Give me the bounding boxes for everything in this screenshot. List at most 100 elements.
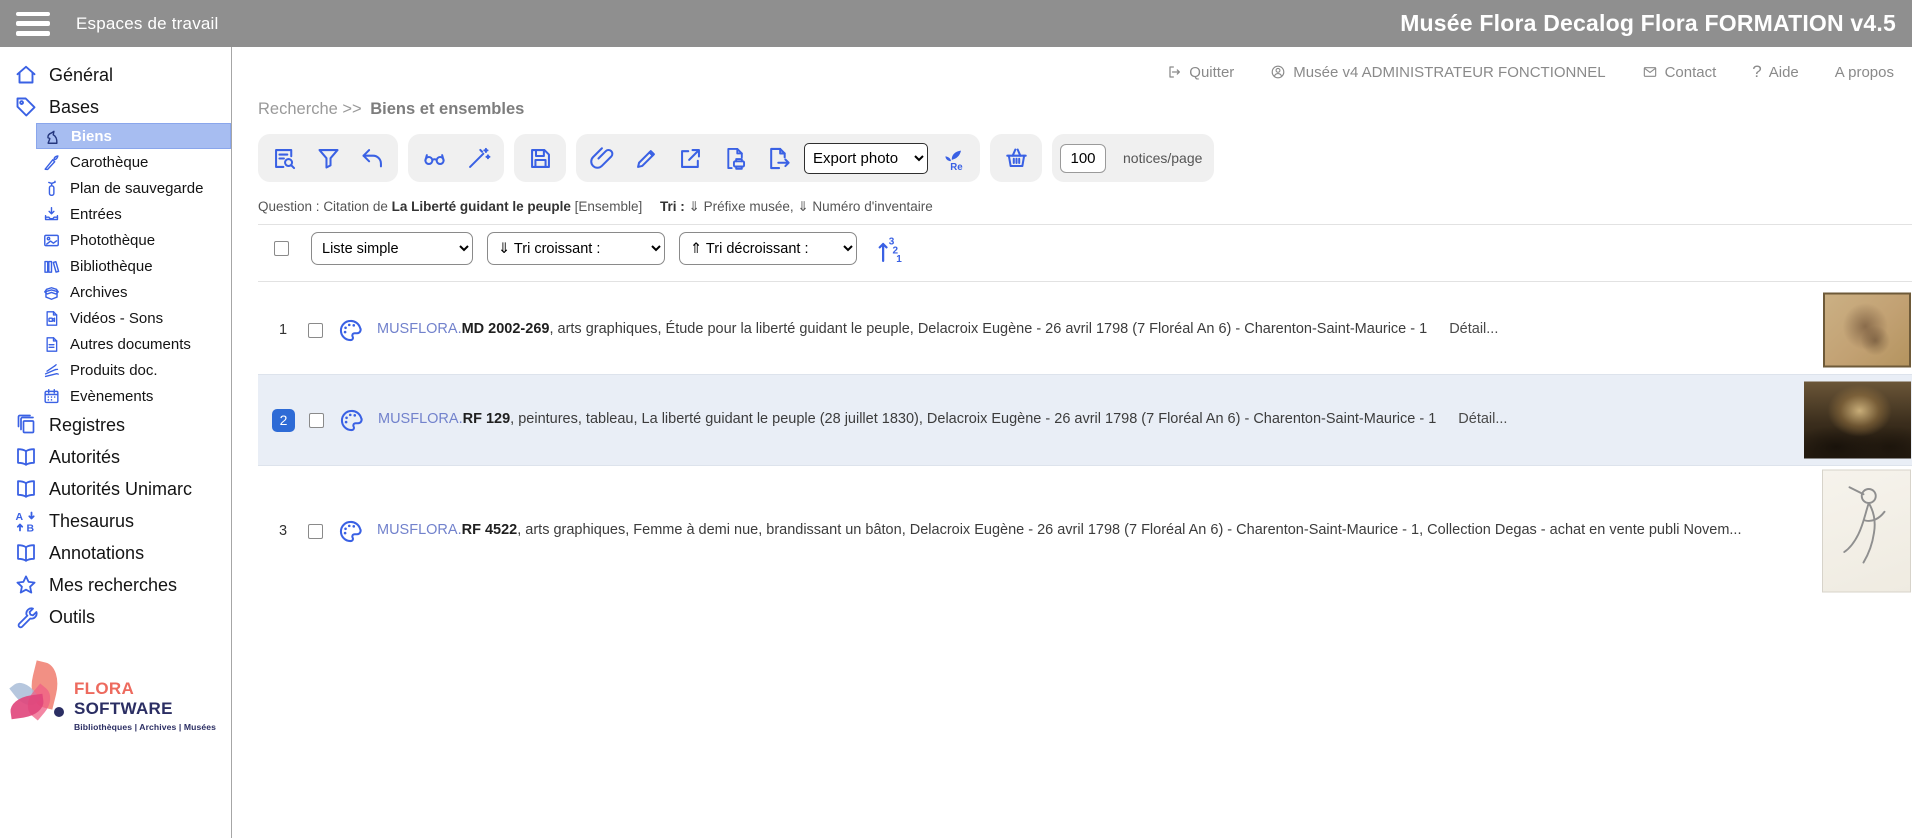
sidebar-item-label: Outils	[49, 607, 95, 628]
result-row[interactable]: 1 MUSFLORA.MD 2002-269, arts graphiques,…	[258, 286, 1912, 374]
query-label: Question :	[258, 199, 320, 214]
sidebar-item-entrees[interactable]: Entrées	[36, 201, 231, 227]
artwork-thumbnail[interactable]	[1804, 382, 1911, 459]
sort-descending-select[interactable]: ⇑ Tri décroissant :	[679, 232, 857, 265]
museum-prefix-link[interactable]: MUSFLORA.	[377, 321, 462, 337]
recolnat-button[interactable]	[936, 140, 972, 176]
quit-link[interactable]: Quitter	[1166, 64, 1234, 81]
glasses-icon	[421, 145, 448, 172]
pencil-icon	[633, 145, 660, 172]
sidebar-item-thesaurus[interactable]: Thesaurus	[0, 505, 231, 537]
toolbar-group-save	[514, 134, 566, 182]
notices-per-page-input[interactable]	[1060, 144, 1106, 173]
palette-icon	[338, 407, 365, 434]
sidebar-item-label: Registres	[49, 415, 125, 436]
results-controls: Liste simple ⇓ Tri croissant : ⇑ Tri déc…	[258, 225, 1912, 272]
sidebar-item-autres-documents[interactable]: Autres documents	[36, 331, 231, 357]
contact-link[interactable]: Contact	[1642, 64, 1717, 81]
save-button[interactable]	[522, 140, 558, 176]
sidebar-item-mes-recherches[interactable]: Mes recherches	[0, 569, 231, 601]
about-link[interactable]: A propos	[1835, 64, 1894, 81]
hamburger-menu-icon[interactable]	[16, 12, 50, 36]
sidebar-item-annotations[interactable]: Annotations	[0, 537, 231, 569]
help-link[interactable]: ? Aide	[1752, 62, 1799, 82]
detail-link[interactable]: Détail...	[1449, 321, 1498, 337]
toolbar-group-view	[408, 134, 504, 182]
sidebar-item-label: Vidéos - Sons	[70, 310, 163, 327]
workspaces-label[interactable]: Espaces de travail	[76, 14, 219, 34]
sidebar-item-label: Autorités	[49, 447, 120, 468]
toolbar: Export photo notices/page	[258, 134, 1912, 182]
sketch-figure-icon	[1832, 479, 1902, 584]
sidebar-item-plan-de-sauvegarde[interactable]: Plan de sauvegarde	[36, 175, 231, 201]
inventory-number: RF 4522	[462, 522, 518, 538]
file-print-icon	[721, 145, 748, 172]
sidebar-item-label: Bibliothèque	[70, 258, 153, 275]
edit-button[interactable]	[628, 140, 664, 176]
save-icon	[527, 145, 554, 172]
sidebar-item-archives[interactable]: Archives	[36, 279, 231, 305]
list-search-button[interactable]	[266, 140, 302, 176]
file-video-icon	[42, 309, 61, 328]
detail-link[interactable]: Détail...	[1458, 411, 1507, 427]
tag-icon	[14, 95, 38, 119]
sidebar: Général Bases Biens Carothèque Plan de s…	[0, 47, 232, 838]
quit-label: Quitter	[1189, 64, 1234, 81]
query-subject: La Liberté guidant le peuple	[392, 199, 571, 214]
sidebar-item-produits-doc[interactable]: Produits doc.	[36, 357, 231, 383]
file-print-button[interactable]	[716, 140, 752, 176]
query-summary: Question : Citation de La Liberté guidan…	[258, 199, 1912, 215]
account-link[interactable]: Musée v4 ADMINISTRATEUR FONCTIONNEL	[1270, 64, 1605, 81]
external-link-button[interactable]	[672, 140, 708, 176]
result-row-selected[interactable]: 2 MUSFLORA.RF 129, peintures, tableau, L…	[258, 374, 1912, 466]
museum-prefix-link[interactable]: MUSFLORA.	[378, 411, 463, 427]
export-photo-select[interactable]: Export photo	[804, 143, 928, 174]
select-all-checkbox[interactable]	[274, 241, 289, 256]
sidebar-item-general[interactable]: Général	[0, 59, 231, 91]
sidebar-item-autorites[interactable]: Autorités	[0, 441, 231, 473]
attach-button[interactable]	[584, 140, 620, 176]
inbox-download-icon	[42, 205, 61, 224]
sort-321-icon[interactable]	[875, 234, 905, 264]
row-checkbox[interactable]	[309, 413, 324, 428]
list-mode-select[interactable]: Liste simple	[311, 232, 473, 265]
photo-icon	[42, 231, 61, 250]
sidebar-item-evenements[interactable]: Evènements	[36, 383, 231, 409]
result-row[interactable]: 3 MUSFLORA.RF 4522, arts graphiques, Fem…	[258, 466, 1912, 596]
artwork-thumbnail[interactable]	[1822, 470, 1911, 593]
logo-flora: FLORA	[74, 679, 133, 698]
question-mark-icon: ?	[1752, 62, 1761, 82]
sidebar-item-phototheque[interactable]: Photothèque	[36, 227, 231, 253]
sidebar-item-videos-sons[interactable]: Vidéos - Sons	[36, 305, 231, 331]
sidebar-item-bases[interactable]: Bases	[0, 91, 231, 123]
query-lead: Citation de	[323, 199, 388, 214]
open-book-icon	[14, 541, 38, 565]
file-export-icon	[765, 145, 792, 172]
glasses-button[interactable]	[416, 140, 452, 176]
row-checkbox[interactable]	[308, 524, 323, 539]
main-content: Quitter Musée v4 ADMINISTRATEUR FONCTION…	[232, 47, 1912, 838]
row-checkbox[interactable]	[308, 323, 323, 338]
sidebar-item-autorites-unimarc[interactable]: Autorités Unimarc	[0, 473, 231, 505]
magic-wand-button[interactable]	[460, 140, 496, 176]
sidebar-item-bibliotheque[interactable]: Bibliothèque	[36, 253, 231, 279]
basket-button[interactable]	[998, 140, 1034, 176]
row-description: MUSFLORA.RF 129, peintures, tableau, La …	[378, 410, 1507, 430]
sidebar-item-biens[interactable]: Biens	[36, 123, 231, 149]
sidebar-item-label: Général	[49, 65, 113, 86]
sidebar-item-registres[interactable]: Registres	[0, 409, 231, 441]
basket-icon	[1003, 145, 1030, 172]
museum-prefix-link[interactable]: MUSFLORA.	[377, 522, 462, 538]
file-export-button[interactable]	[760, 140, 796, 176]
sidebar-item-label: Bases	[49, 97, 99, 118]
breadcrumb-prefix[interactable]: Recherche >>	[258, 100, 362, 118]
sidebar-item-label: Autorités Unimarc	[49, 479, 192, 500]
sort-ascending-select[interactable]: ⇓ Tri croissant :	[487, 232, 665, 265]
undo-button[interactable]	[354, 140, 390, 176]
sidebar-item-outils[interactable]: Outils	[0, 601, 231, 633]
inventory-number: MD 2002-269	[462, 321, 550, 337]
calendar-icon	[42, 387, 61, 406]
artwork-thumbnail[interactable]	[1823, 293, 1911, 368]
filter-button[interactable]	[310, 140, 346, 176]
sidebar-item-carotheque[interactable]: Carothèque	[36, 149, 231, 175]
